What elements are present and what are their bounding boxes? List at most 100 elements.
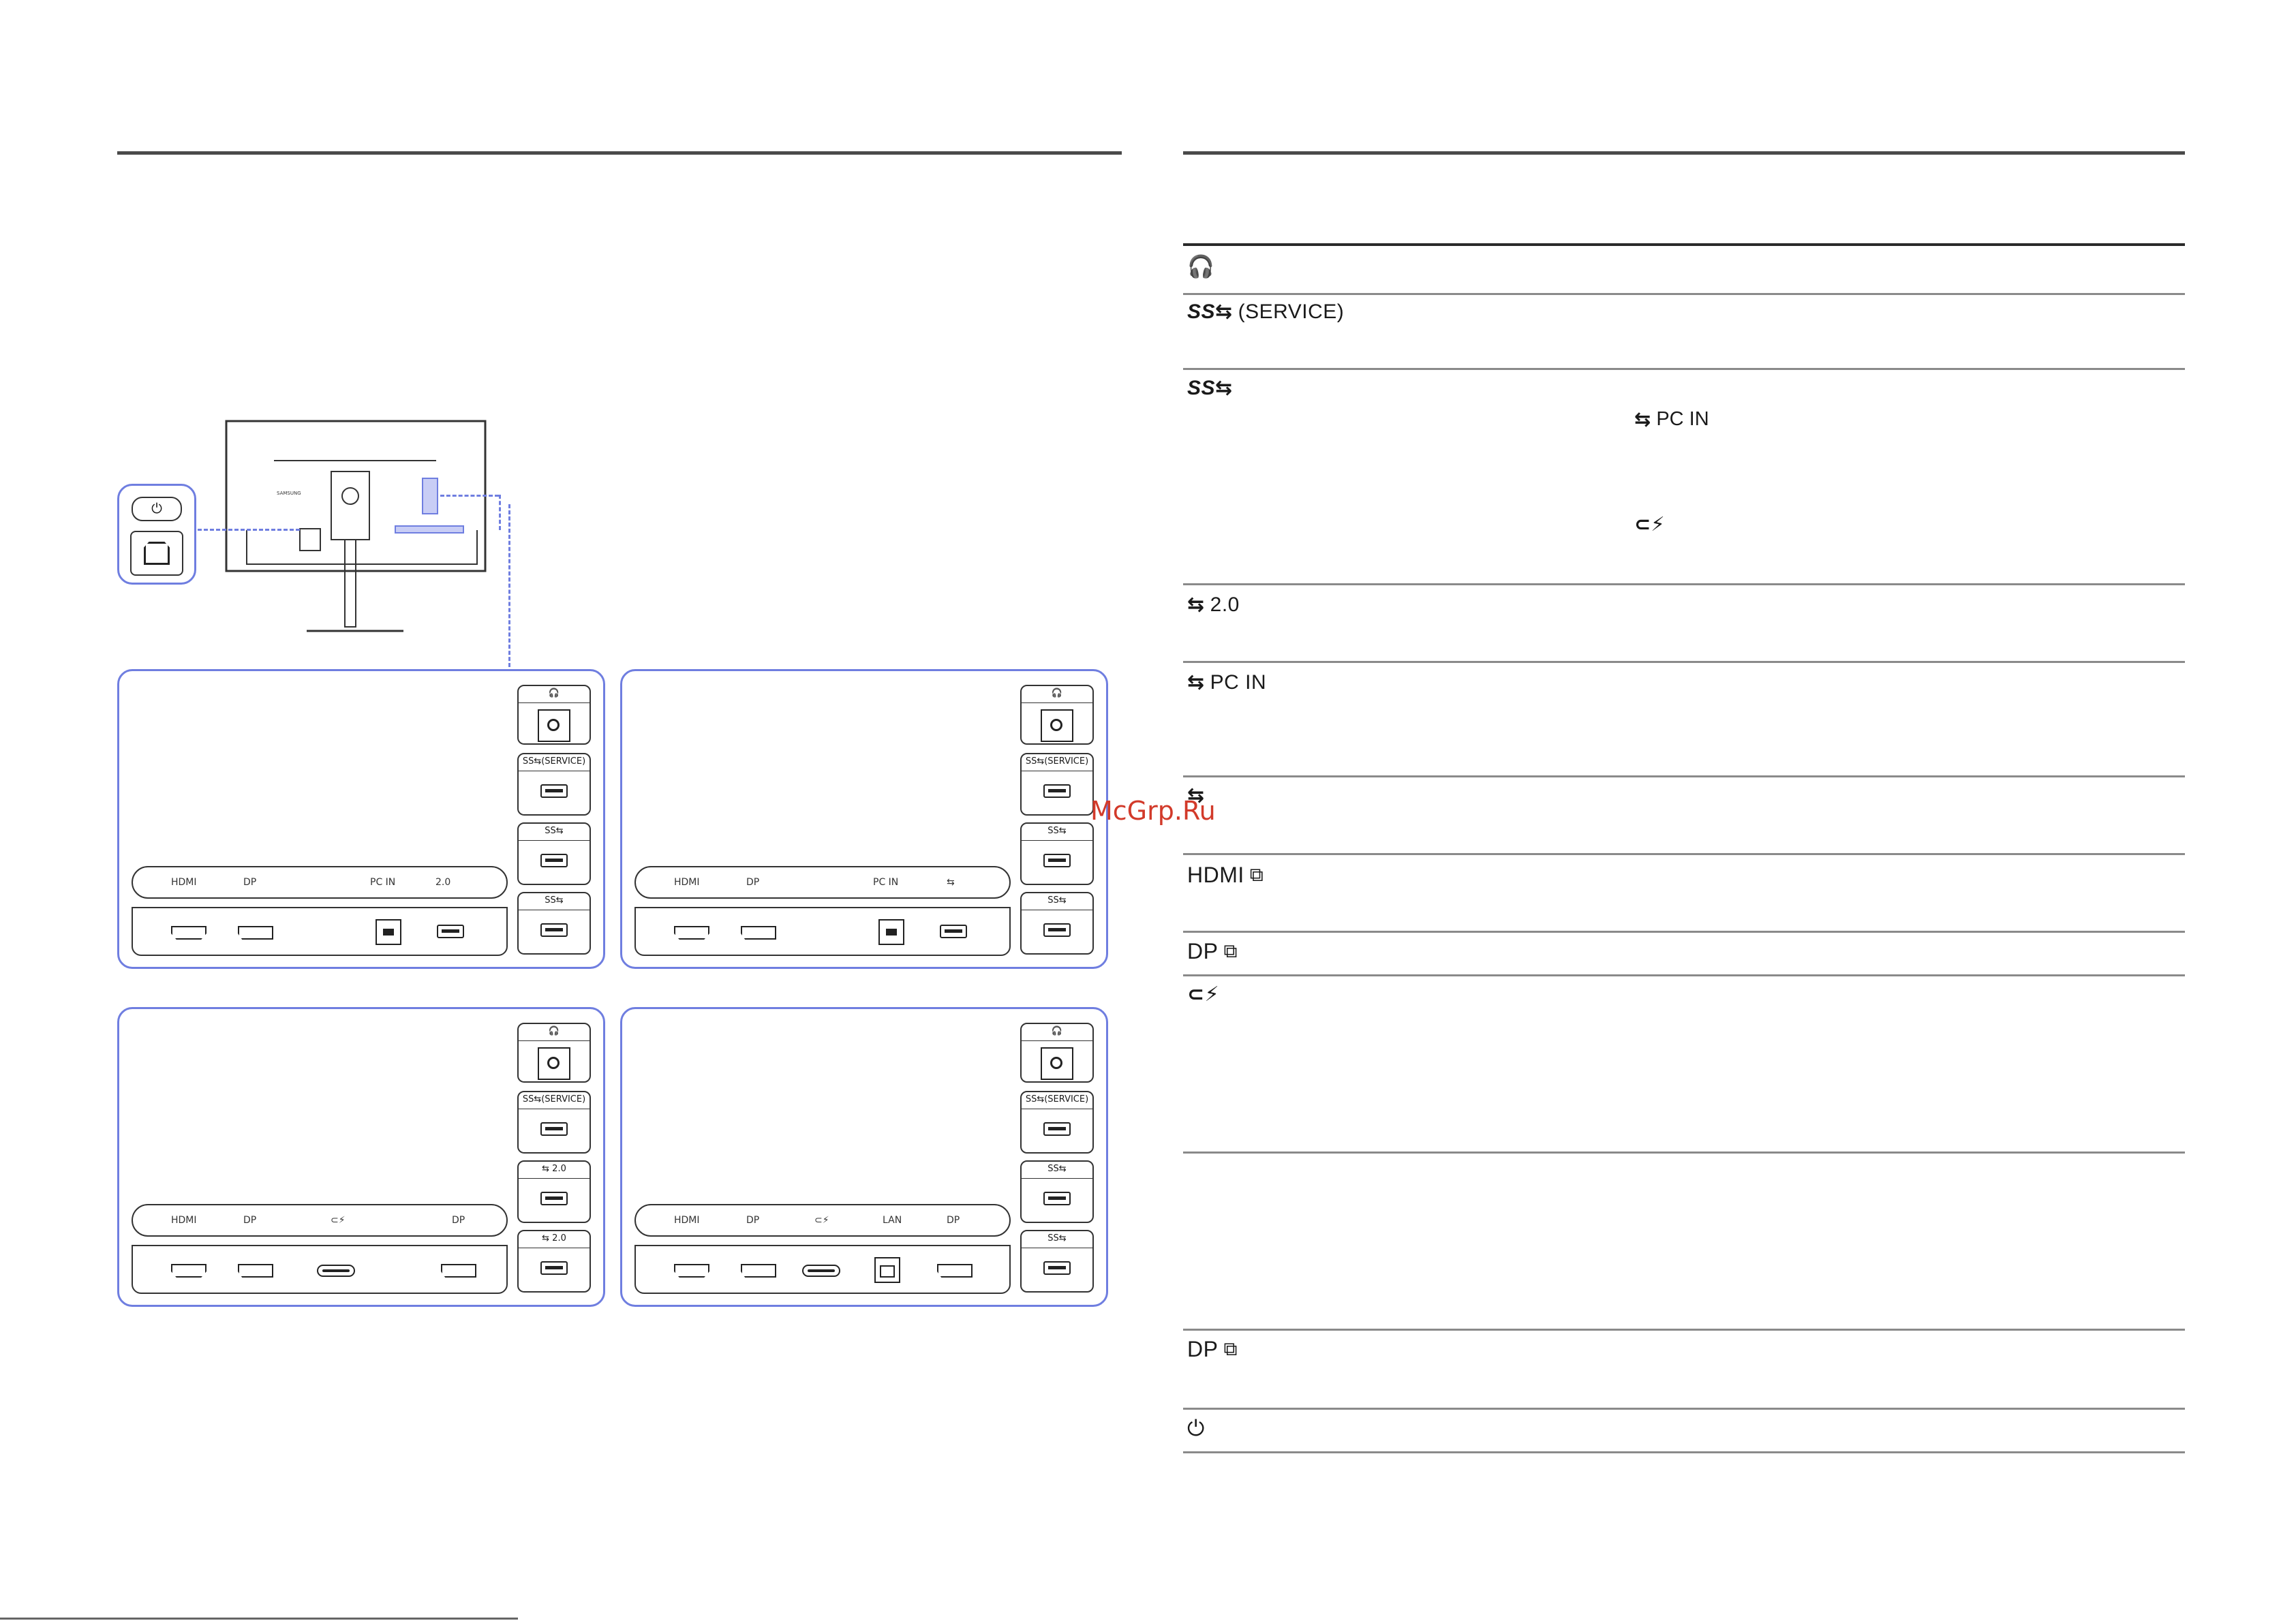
usb20-label: 2.0 <box>552 1164 566 1174</box>
dp-port[interactable] <box>741 1264 776 1278</box>
usb-superspeed-icon: SS⇆ <box>1047 1164 1067 1174</box>
side-cell-service: SS⇆(SERVICE) <box>517 753 591 816</box>
table-row-usb20: ⇆ 2.0 <box>1187 593 1240 617</box>
usb-c-power-icon: ⊂⚡ <box>814 1215 829 1226</box>
usb-icon: ⇆ <box>542 1164 553 1174</box>
usb3-port[interactable] <box>1043 1192 1071 1205</box>
usb20-port[interactable] <box>437 925 464 938</box>
usb-port[interactable] <box>940 925 967 938</box>
usb-b-port[interactable] <box>878 919 904 945</box>
usb-service-port[interactable] <box>1043 1122 1071 1136</box>
hdmi-in-icon: ⧉ <box>1249 864 1264 885</box>
dp-out-port[interactable] <box>937 1264 973 1278</box>
usb3-port[interactable] <box>1043 854 1071 867</box>
usb-superspeed-icon: SS⇆ <box>1047 826 1067 836</box>
side-cell-service: SS⇆(SERVICE) <box>1020 1091 1094 1154</box>
port-strip <box>132 907 508 956</box>
power-plug-icon: ⏻ <box>132 497 182 521</box>
service-label: (SERVICE) <box>541 1094 586 1104</box>
headphone-jack[interactable] <box>1041 709 1073 742</box>
usb20-port[interactable] <box>540 1192 568 1205</box>
note-usb-c: ⊂⚡ <box>1634 512 1665 536</box>
usb-service-port[interactable] <box>1043 784 1071 798</box>
ports-connector-line-b <box>508 504 510 673</box>
table-row-usb-c: ⊂⚡ <box>1187 983 1219 1006</box>
usb-c-power-icon: ⊂⚡ <box>331 1215 346 1226</box>
dp-port[interactable] <box>238 926 273 940</box>
lan-port[interactable] <box>874 1257 900 1283</box>
side-cell-headphone: 🎧 <box>517 685 591 745</box>
usb-superspeed-icon: SS⇆ <box>522 756 542 767</box>
usb-icon: ⇆ <box>542 1233 553 1243</box>
dp-label: DP <box>746 877 760 888</box>
usb-icon: ⇆ <box>1187 593 1205 616</box>
service-label: (SERVICE) <box>1238 300 1345 323</box>
port-label-bar: HDMI DP PC IN 2.0 <box>132 866 508 899</box>
side-cell-usb20: ⇆ 2.0 <box>517 1160 591 1223</box>
usb-service-port[interactable] <box>540 1122 568 1136</box>
table-row-pc-in: ⇆ PC IN <box>1187 670 1266 694</box>
usb-superspeed-icon: SS⇆ <box>1025 756 1045 767</box>
usb-service-port[interactable] <box>540 784 568 798</box>
usb3-port[interactable] <box>540 923 568 937</box>
hdmi-port[interactable] <box>674 1264 709 1278</box>
dp-label: DP <box>243 877 257 888</box>
side-cell-headphone: 🎧 <box>1020 685 1094 745</box>
usb20-label: 2.0 <box>1210 593 1240 616</box>
usb-superspeed-icon: SS⇆ <box>522 1094 542 1104</box>
side-cell-service: SS⇆(SERVICE) <box>1020 753 1094 816</box>
dp-out-label: DP <box>452 1215 465 1226</box>
dp-port[interactable] <box>238 1264 273 1278</box>
port-panel-3: 🎧 SS⇆(SERVICE) ⇆ 2.0 ⇆ 2.0 HDMI DP ⊂⚡ DP <box>117 1007 605 1307</box>
dp-out-port[interactable] <box>441 1264 476 1278</box>
usb-icon: ⇆ <box>1634 409 1651 431</box>
dp-in-icon: ⧉ <box>1223 940 1238 961</box>
table-row-divider <box>1183 1151 2185 1154</box>
hdmi-port[interactable] <box>171 926 206 940</box>
table-row-divider <box>1183 853 2185 855</box>
side-cell-usb3b: SS⇆ <box>1020 1230 1094 1293</box>
pc-in-label: PC IN <box>1656 408 1709 430</box>
svg-text:SAMSUNG: SAMSUNG <box>277 491 301 496</box>
table-row-headphone: 🎧 <box>1187 253 1214 279</box>
hdmi-port[interactable] <box>171 1264 206 1278</box>
hdmi-label: HDMI <box>171 877 197 888</box>
pc-in-label: PC IN <box>873 877 899 888</box>
headphone-icon: 🎧 <box>1051 688 1063 698</box>
table-row-divider <box>1183 931 2185 933</box>
table-row-divider <box>1183 661 2185 663</box>
table-row-divider <box>1183 974 2185 976</box>
usb3-port[interactable] <box>540 854 568 867</box>
pc-in-label: PC IN <box>1210 670 1267 694</box>
hdmi-label: HDMI <box>674 877 700 888</box>
headphone-jack[interactable] <box>538 1047 570 1080</box>
port-panel-4: 🎧 SS⇆(SERVICE) SS⇆ SS⇆ HDMI DP ⊂⚡ LAN DP <box>620 1007 1108 1307</box>
watermark: McGrp.Ru <box>1090 796 1216 826</box>
dp-label: DP <box>1187 939 1219 963</box>
headphone-jack[interactable] <box>1041 1047 1073 1080</box>
side-cell-usb3: SS⇆ <box>517 822 591 885</box>
dp-port[interactable] <box>741 926 776 940</box>
usb3-port[interactable] <box>1043 1261 1071 1275</box>
usb-superspeed-icon: SS⇆ <box>1187 300 1233 323</box>
usb3-port[interactable] <box>1043 923 1071 937</box>
headphone-jack[interactable] <box>538 709 570 742</box>
usb20-port[interactable] <box>540 1261 568 1275</box>
usb-b-port[interactable] <box>376 919 401 945</box>
usb-c-port[interactable] <box>802 1265 840 1277</box>
power-plug-icon: ⏻ <box>1187 1416 1205 1440</box>
usb-icon: ⇆ <box>947 877 955 888</box>
ports-connector-line-top <box>440 495 499 497</box>
hdmi-port[interactable] <box>674 926 709 940</box>
usb-icon: ⇆ <box>1187 671 1205 694</box>
side-cell-service: SS⇆(SERVICE) <box>517 1091 591 1154</box>
hdmi-label: HDMI <box>171 1215 197 1226</box>
usb-c-port[interactable] <box>317 1265 355 1277</box>
pc-in-label: PC IN <box>370 877 396 888</box>
power-panel: ⏻ <box>117 484 196 585</box>
usb-superspeed-icon: SS⇆ <box>1187 377 1233 399</box>
side-cell-usb3: SS⇆ <box>1020 822 1094 885</box>
usb-superspeed-icon: SS⇆ <box>1025 1094 1045 1104</box>
headphone-icon: 🎧 <box>1051 1026 1063 1036</box>
table-row-divider <box>1183 293 2185 295</box>
